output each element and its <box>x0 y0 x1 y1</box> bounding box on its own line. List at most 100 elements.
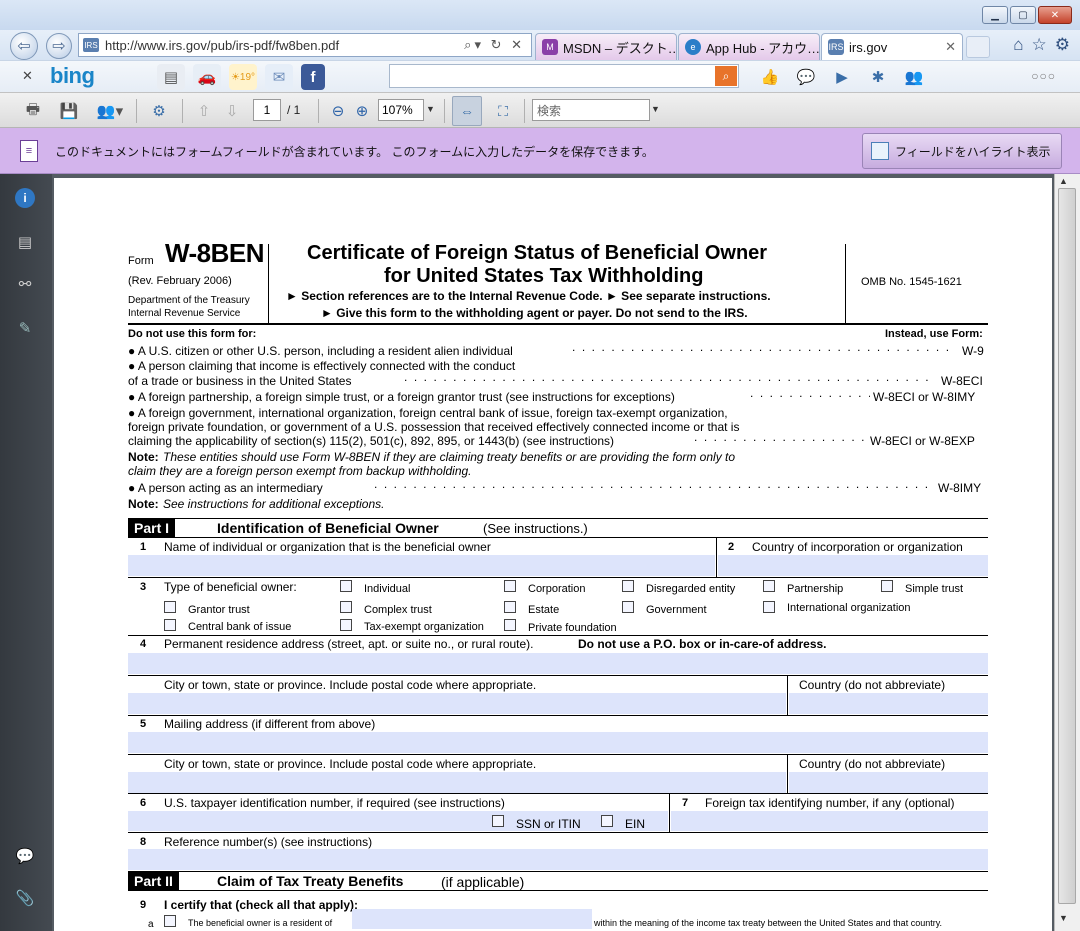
forward-button[interactable]: ⇨ <box>46 33 72 59</box>
tab-msdn[interactable]: M MSDN – デスクト… <box>535 33 677 60</box>
grantor-trust-checkbox[interactable] <box>164 601 176 613</box>
line-number: 2 <box>728 541 735 553</box>
highlight-fields-icon <box>871 142 889 160</box>
beneficial-owner-name-field[interactable] <box>128 555 715 576</box>
weather-icon[interactable]: ☀ 19° <box>229 64 257 90</box>
line-4-label: Permanent residence address (street, apt… <box>164 637 534 651</box>
mailing-city-field[interactable] <box>128 772 786 793</box>
video-icon[interactable]: ▶ <box>828 64 856 90</box>
zoom-out-icon[interactable]: ⊖ <box>328 98 348 124</box>
treaty-residence-checkbox[interactable] <box>164 915 176 927</box>
fit-width-button[interactable]: ⇔ <box>452 96 482 126</box>
maximize-button[interactable]: ▢ <box>1010 6 1036 24</box>
mailing-country-field[interactable] <box>789 772 988 793</box>
line-number: 6 <box>140 797 147 809</box>
translate-icon[interactable]: ✱ <box>864 64 892 90</box>
pdf-toolbar: 🖶 💾 👥▾ ⚙ ⇧ ⇩ 1 / 1 ⊖ ⊕ 107% ▼ ⇔ ⛶ 検索 ▼ <box>0 92 1080 128</box>
address-bar[interactable]: IRS http://www.irs.gov/pub/irs-pdf/fw8be… <box>78 33 532 57</box>
mail-icon[interactable]: ✉ <box>265 64 293 90</box>
news-icon[interactable]: ▤ <box>157 64 185 90</box>
corporation-checkbox[interactable] <box>504 580 516 592</box>
tax-exempt-organization-checkbox[interactable] <box>340 619 352 631</box>
government-checkbox[interactable] <box>622 601 634 613</box>
highlight-fields-button[interactable]: フィールドをハイライト表示 <box>862 133 1062 169</box>
permanent-address-field[interactable] <box>128 653 988 674</box>
back-button[interactable]: ⇦ <box>10 32 38 60</box>
pdf-search-input[interactable]: 検索 <box>532 99 650 121</box>
ssn-itin-checkbox[interactable] <box>492 815 504 827</box>
search-icon[interactable]: ⌕ <box>715 66 737 86</box>
navigation-bar: ⇦ ⇨ IRS http://www.irs.gov/pub/irs-pdf/f… <box>0 30 1080 60</box>
exclusion-row: foreign private foundation, or governmen… <box>128 420 740 434</box>
simple-trust-checkbox[interactable] <box>881 580 893 592</box>
fit-page-button[interactable]: ⛶ <box>488 96 518 126</box>
line-number: 8 <box>140 836 147 848</box>
signature-icon[interactable]: ✎ <box>13 316 37 340</box>
tools-gear-icon[interactable]: ⚙ <box>1055 35 1070 55</box>
line-9a-text: within the meaning of the income tax tre… <box>594 918 943 928</box>
share-icon[interactable]: 👥▾ <box>92 98 128 124</box>
search-dropdown-icon[interactable]: ▼ <box>651 104 660 114</box>
favorites-star-icon[interactable]: ☆ <box>1032 35 1047 55</box>
foreign-tin-field[interactable] <box>671 811 988 831</box>
scroll-down-icon[interactable]: ▼ <box>1059 913 1068 923</box>
bing-logo[interactable]: bing <box>50 63 95 89</box>
zoom-in-icon[interactable]: ⊕ <box>352 98 372 124</box>
estate-checkbox[interactable] <box>504 601 516 613</box>
home-icon[interactable]: ⌂ <box>1013 35 1023 55</box>
individual-checkbox[interactable] <box>340 580 352 592</box>
note-text: claim they are a foreign person exempt f… <box>128 464 472 478</box>
print-icon[interactable]: 🖶 <box>18 98 48 124</box>
chat-icon[interactable]: 💬 <box>792 64 820 90</box>
tab-irs[interactable]: IRS irs.gov ✕ <box>821 33 963 60</box>
scrollbar-thumb[interactable] <box>1058 188 1076 904</box>
tab-app-hub[interactable]: e App Hub - アカウ… <box>678 33 820 60</box>
mailing-address-field[interactable] <box>128 732 988 753</box>
like-icon[interactable]: 👍 <box>756 64 784 90</box>
permanent-city-field[interactable] <box>128 693 786 714</box>
address-tools-icon[interactable]: ⌕▾ ↻ ✕ <box>464 37 525 53</box>
comments-icon[interactable]: 💬 <box>13 844 37 868</box>
more-icon[interactable]: ○○○ <box>1031 69 1056 83</box>
next-page-icon[interactable]: ⇩ <box>220 98 244 124</box>
car-icon[interactable]: 🚗 <box>193 64 221 90</box>
close-tab-icon[interactable]: ✕ <box>945 39 956 55</box>
review-icon[interactable]: ⚙ <box>144 98 174 124</box>
info-icon[interactable]: i <box>15 188 35 208</box>
binoculars-icon[interactable]: ⚯ <box>13 272 37 296</box>
partnership-checkbox[interactable] <box>763 580 775 592</box>
international-organization-checkbox[interactable] <box>763 601 775 613</box>
attachment-icon[interactable]: 📎 <box>13 886 37 910</box>
minimize-button[interactable]: ▁ <box>982 6 1008 24</box>
scroll-up-icon[interactable]: ▲ <box>1059 176 1068 186</box>
note-text: See instructions for additional exceptio… <box>163 497 385 511</box>
checkbox-label: Individual <box>364 583 411 595</box>
new-tab-button[interactable] <box>966 36 990 58</box>
country-of-incorporation-field[interactable] <box>718 555 988 576</box>
pdf-navigation-panel: i ▤ ⚯ ✎ 💬 📎 <box>0 174 52 931</box>
disregarded-entity-checkbox[interactable] <box>622 580 634 592</box>
bing-search-input[interactable]: ⌕ <box>389 64 739 88</box>
ein-checkbox[interactable] <box>601 815 613 827</box>
vertical-scrollbar[interactable]: ▲ ▼ <box>1054 174 1080 931</box>
pages-icon[interactable]: ▤ <box>13 230 37 254</box>
facebook-icon[interactable]: f <box>301 64 325 90</box>
save-icon[interactable]: 💾 <box>54 98 84 124</box>
page-number-input[interactable]: 1 <box>253 99 281 121</box>
permanent-country-field[interactable] <box>789 693 988 714</box>
reference-number-field[interactable] <box>128 849 988 870</box>
city-label: City or town, state or province. Include… <box>164 757 537 771</box>
central-bank-checkbox[interactable] <box>164 619 176 631</box>
zoom-dropdown-icon[interactable]: ▼ <box>426 104 435 114</box>
form-notice-message: このドキュメントにはフォームフィールドが含まれています。 このフォームに入力した… <box>55 145 654 159</box>
treaty-country-field[interactable] <box>352 909 592 929</box>
previous-page-icon[interactable]: ⇧ <box>192 98 216 124</box>
complex-trust-checkbox[interactable] <box>340 601 352 613</box>
close-toolbar-icon[interactable]: ✕ <box>22 68 33 84</box>
close-window-button[interactable]: ✕ <box>1038 6 1072 24</box>
messenger-icon[interactable]: 👥 <box>900 64 928 90</box>
zoom-input[interactable]: 107% <box>378 99 424 121</box>
checkbox-label: Private foundation <box>528 622 617 634</box>
private-foundation-checkbox[interactable] <box>504 619 516 631</box>
us-tin-field[interactable] <box>128 811 668 831</box>
